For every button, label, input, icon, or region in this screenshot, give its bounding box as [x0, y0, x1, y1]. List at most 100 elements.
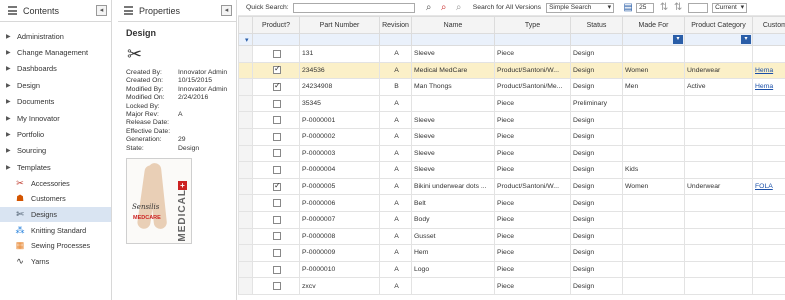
- row-indicator-cell[interactable]: [238, 78, 253, 96]
- column-header-product[interactable]: Product?: [252, 16, 300, 34]
- table-row[interactable]: P-0000001 A Sleeve Piece Design: [238, 111, 785, 129]
- column-header-status[interactable]: Status: [570, 16, 623, 34]
- expand-arrow-icon[interactable]: ▶: [6, 82, 17, 89]
- product-checkbox[interactable]: [273, 49, 281, 58]
- expand-arrow-icon[interactable]: ▶: [6, 147, 17, 154]
- row-indicator-cell[interactable]: [238, 161, 253, 179]
- clear-search-icon[interactable]: ⌕: [438, 2, 450, 14]
- row-indicator-cell[interactable]: [238, 94, 253, 113]
- nav-subitem-designs[interactable]: ✄ Designs: [0, 206, 111, 223]
- expand-arrow-icon[interactable]: ▶: [6, 33, 17, 40]
- nav-item-sourcing[interactable]: ▶ Sourcing: [0, 143, 111, 159]
- product-thumbnail[interactable]: + Sensilis MEDCARE MEDICAL: [126, 157, 192, 244]
- nav-item-my-innovator[interactable]: ▶ My Innovator: [0, 110, 111, 126]
- nav-item-dashboards[interactable]: ▶ Dashboards: [0, 61, 111, 77]
- product-checkbox[interactable]: [273, 199, 281, 208]
- customer-link[interactable]: Hema: [755, 67, 773, 74]
- product-checkbox[interactable]: [273, 181, 281, 191]
- column-header-revision[interactable]: Revision: [379, 16, 412, 34]
- product-checkbox[interactable]: [273, 248, 281, 257]
- expand-arrow-icon[interactable]: ▶: [6, 164, 17, 171]
- nav-subitem-accessories[interactable]: ✂ Accessories: [0, 176, 111, 192]
- table-row[interactable]: 234536AMedical MedCareProduct/Santoni/W.…: [238, 61, 785, 80]
- row-indicator-cell[interactable]: [238, 260, 253, 279]
- product-checkbox[interactable]: [273, 64, 281, 75]
- column-header-part-number[interactable]: Part Number: [299, 16, 380, 34]
- nav-item-portfolio[interactable]: ▶ Portfolio: [0, 126, 111, 142]
- product-checkbox[interactable]: [273, 99, 281, 108]
- column-header-name[interactable]: Name: [411, 16, 495, 34]
- nav-item-design[interactable]: ▶ Design: [0, 77, 111, 93]
- row-indicator-cell[interactable]: [238, 277, 253, 295]
- search-mode-select[interactable]: Simple Search: [546, 2, 615, 13]
- nav-item-change-management[interactable]: ▶ Change Management: [0, 44, 111, 60]
- nav-subitem-sewing-processes[interactable]: ▦ Sewing Processes: [0, 238, 111, 254]
- table-row[interactable]: P-0000003 A Sleeve Piece Design: [238, 144, 785, 163]
- nav-item-templates[interactable]: ▶ Templates: [0, 159, 111, 175]
- filter-type-cell[interactable]: [494, 33, 571, 46]
- nav-item-administration[interactable]: ▶ Administration: [0, 28, 111, 44]
- table-row[interactable]: P-0000007 A Body Piece Design: [238, 210, 785, 229]
- page-size-input[interactable]: 25: [636, 2, 655, 13]
- row-indicator-cell[interactable]: [238, 227, 253, 246]
- customer-link[interactable]: Hema: [755, 83, 773, 90]
- table-row[interactable]: 24234908BMan ThongsProduct/Santoni/Me...…: [238, 78, 785, 96]
- row-indicator-cell[interactable]: [238, 127, 253, 146]
- product-checkbox[interactable]: [273, 149, 281, 158]
- filter-category-cell[interactable]: ▾: [684, 33, 753, 46]
- row-indicator-cell[interactable]: [238, 144, 253, 163]
- filter-product-cell[interactable]: [252, 33, 300, 46]
- table-row[interactable]: zxcv A Piece Design: [238, 277, 785, 295]
- row-indicator-cell[interactable]: [238, 210, 253, 229]
- filter-part-number-cell[interactable]: [299, 33, 380, 46]
- product-checkbox[interactable]: [273, 265, 281, 274]
- table-row[interactable]: P-0000002 A Sleeve Piece Design: [238, 127, 785, 146]
- expand-arrow-icon[interactable]: ▶: [6, 49, 17, 56]
- expand-arrow-icon[interactable]: ▶: [6, 98, 17, 105]
- nav-subitem-customers[interactable]: ☗ Customers: [0, 191, 111, 207]
- search-criteria-icon[interactable]: ⌕: [453, 2, 465, 14]
- row-indicator-cell[interactable]: [238, 244, 253, 262]
- page-next-icon[interactable]: ⇅: [672, 2, 684, 14]
- filter-status-cell[interactable]: [570, 33, 623, 46]
- filter-made-for-cell[interactable]: ▾: [622, 33, 685, 46]
- row-indicator-cell[interactable]: [238, 177, 253, 196]
- table-row[interactable]: P-0000010 A Logo Piece Design: [238, 260, 785, 279]
- column-header-customer[interactable]: Customer: [752, 16, 785, 34]
- expand-arrow-icon[interactable]: ▶: [6, 131, 17, 138]
- table-row[interactable]: P-0000006 A Belt Piece Design: [238, 194, 785, 212]
- table-row[interactable]: 35345 A Piece Preliminary: [238, 94, 785, 113]
- nav-subitem-knitting-standard[interactable]: ⁂ Knitting Standard: [0, 222, 111, 238]
- collapse-properties-button[interactable]: ◂: [221, 5, 232, 16]
- table-row[interactable]: 131 A Sleeve Piece Design: [238, 45, 785, 63]
- product-checkbox[interactable]: [273, 232, 281, 241]
- row-indicator-cell[interactable]: [238, 45, 253, 63]
- product-checkbox[interactable]: [273, 165, 281, 174]
- column-header-type[interactable]: Type: [494, 16, 571, 34]
- product-checkbox[interactable]: [273, 215, 281, 224]
- product-checkbox[interactable]: [273, 132, 281, 141]
- made-for-dropdown-icon[interactable]: ▾: [673, 35, 683, 44]
- page-prev-icon[interactable]: ⇅: [658, 2, 670, 14]
- product-checkbox[interactable]: [273, 116, 281, 125]
- filter-name-cell[interactable]: [411, 33, 495, 46]
- row-indicator-cell[interactable]: [238, 194, 253, 212]
- expand-arrow-icon[interactable]: ▶: [6, 65, 17, 72]
- product-checkbox[interactable]: [273, 81, 281, 91]
- table-row[interactable]: P-0000009 A Hem Piece Design: [238, 244, 785, 262]
- category-dropdown-icon[interactable]: ▾: [741, 35, 751, 44]
- filter-revision-cell[interactable]: [379, 33, 412, 46]
- row-indicator-cell[interactable]: [238, 111, 253, 129]
- collapse-contents-button[interactable]: ◂: [96, 5, 107, 16]
- product-checkbox[interactable]: [273, 282, 281, 291]
- nav-item-documents[interactable]: ▶ Documents: [0, 94, 111, 110]
- page-number-input[interactable]: [688, 2, 709, 13]
- version-mode-select[interactable]: Current: [712, 2, 748, 13]
- table-row[interactable]: P-0000005ABikini underwear dots ...Produ…: [238, 177, 785, 196]
- column-header-product-category[interactable]: Product Category: [684, 16, 753, 34]
- table-row[interactable]: P-0000004 A Sleeve Piece Design Kids: [238, 161, 785, 179]
- quick-search-input[interactable]: [292, 2, 415, 13]
- expand-arrow-icon[interactable]: ▶: [6, 115, 17, 122]
- customer-link[interactable]: FOLA: [755, 183, 773, 190]
- table-row[interactable]: P-0000008 A Gusset Piece Design: [238, 227, 785, 246]
